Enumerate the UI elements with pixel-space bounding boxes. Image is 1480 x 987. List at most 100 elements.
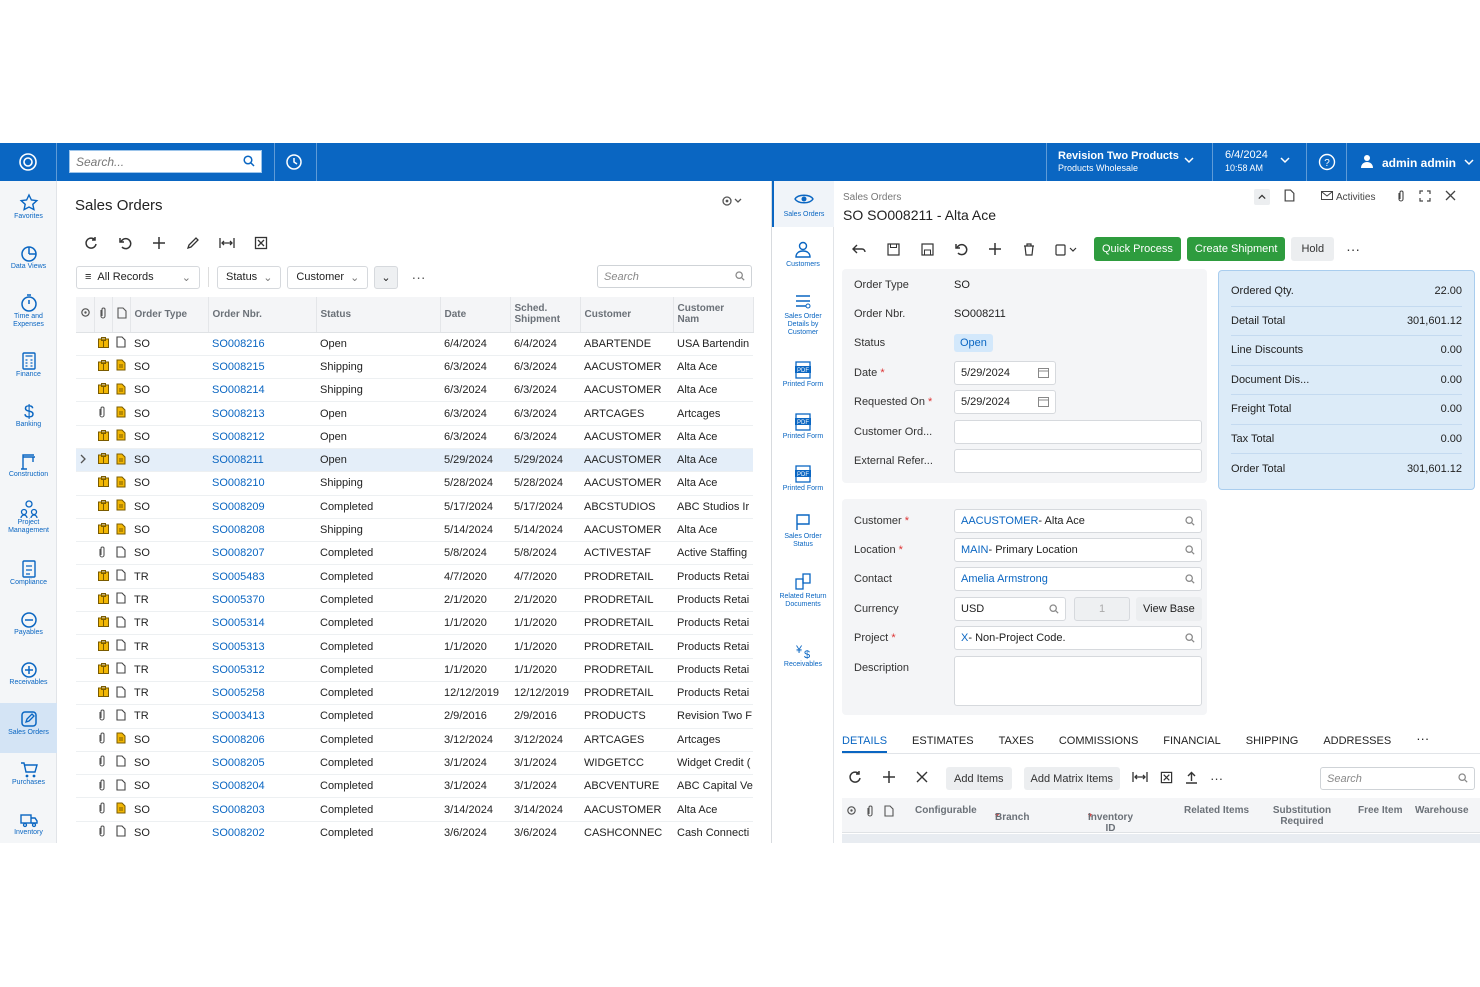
fit-columns-icon[interactable]: [1132, 770, 1148, 787]
tenant-selector[interactable]: Revision Two Products Products Wholesale: [1058, 150, 1179, 174]
export-excel-icon[interactable]: [251, 233, 271, 253]
table-row[interactable]: SO SO008213 Open 6/3/2024 6/3/2024 ARTCAGES Ar…: [76, 401, 753, 426]
project-code[interactable]: X: [961, 632, 968, 644]
row-selector[interactable]: [76, 658, 94, 682]
column-header-order-nbr[interactable]: Order Nbr.: [208, 297, 317, 333]
cell-order-nbr-link[interactable]: SO008210: [208, 471, 316, 496]
column-header-branch[interactable]: Branch: [995, 812, 1029, 823]
note-filled-icon[interactable]: [112, 448, 130, 473]
note-icon[interactable]: [112, 751, 130, 776]
fit-columns-icon[interactable]: [217, 233, 237, 253]
cell-order-nbr-link[interactable]: SO008205: [208, 751, 316, 776]
table-row[interactable]: SO SO008211 Open 5/29/2024 5/29/2024 AACUSTOM…: [76, 448, 753, 473]
column-header-date[interactable]: Date: [440, 297, 511, 333]
more-filters-button[interactable]: ⌄: [374, 265, 398, 289]
settings-gear-icon[interactable]: [721, 195, 743, 210]
search-icon[interactable]: [1185, 516, 1195, 529]
row-selector[interactable]: [76, 751, 94, 776]
export-excel-icon[interactable]: [1160, 771, 1173, 787]
attachment-icon[interactable]: [94, 774, 112, 799]
related-nav-related-return-documents[interactable]: Related Return Documents: [772, 573, 834, 609]
more-options-icon[interactable]: ···: [1346, 241, 1360, 257]
cell-order-nbr-link[interactable]: SO008212: [208, 425, 316, 449]
package-icon[interactable]: [94, 611, 112, 636]
tab-commissions[interactable]: COMMISSIONS: [1059, 735, 1138, 753]
package-icon[interactable]: [94, 425, 112, 449]
attachment-icon[interactable]: [1397, 190, 1405, 205]
collapse-up-icon[interactable]: [1254, 189, 1270, 205]
note-icon[interactable]: [112, 658, 130, 682]
row-selector[interactable]: [76, 564, 94, 589]
cell-order-nbr-link[interactable]: SO005258: [208, 681, 316, 706]
related-nav-sales-order-status[interactable]: Sales Order Status: [772, 513, 834, 549]
details-search-input[interactable]: Search: [1320, 767, 1475, 790]
table-row[interactable]: SO SO008208 Shipping 5/14/2024 5/14/2024 AACU…: [76, 518, 753, 543]
column-settings-icon[interactable]: [76, 297, 95, 333]
note-filled-icon[interactable]: [112, 495, 130, 519]
row-selector[interactable]: [76, 541, 94, 566]
table-row[interactable]: TR SO003413 Completed 2/9/2016 2/9/2016 PRODU…: [76, 704, 753, 729]
row-selector[interactable]: [76, 425, 94, 449]
related-nav-printed-form[interactable]: PDF Printed Form: [772, 413, 834, 441]
refresh-icon[interactable]: [848, 770, 862, 787]
more-options-icon[interactable]: ···: [412, 269, 426, 285]
table-row[interactable]: SO SO008216 Open 6/4/2024 6/4/2024 ABARTENDE U…: [76, 332, 753, 356]
order-nbr-value[interactable]: SO008211: [954, 308, 1006, 320]
column-header-inventory-id[interactable]: Inventory ID: [1088, 812, 1133, 834]
cell-order-nbr-link[interactable]: SO008206: [208, 728, 316, 752]
more-options-icon[interactable]: ···: [1210, 771, 1223, 786]
table-row[interactable]: SO SO008202 Completed 3/6/2024 3/6/2024 CASHC…: [76, 821, 753, 843]
row-selector[interactable]: [76, 704, 94, 729]
calendar-icon[interactable]: [1038, 367, 1049, 381]
tab-details[interactable]: DETAILS: [842, 735, 888, 753]
logo-icon[interactable]: [0, 143, 57, 181]
search-icon[interactable]: [1185, 574, 1195, 587]
package-icon[interactable]: [94, 658, 112, 682]
calendar-icon[interactable]: [1038, 396, 1049, 410]
attachment-icon[interactable]: [94, 821, 112, 843]
table-row[interactable]: SO SO008215 Shipping 6/3/2024 6/3/2024 AACUST…: [76, 355, 753, 380]
tab-addresses[interactable]: ADDRESSES: [1323, 735, 1391, 753]
row-selector[interactable]: [76, 797, 94, 822]
refresh-icon[interactable]: [81, 233, 101, 253]
history-icon[interactable]: [285, 153, 303, 174]
copy-paste-icon[interactable]: [1052, 239, 1082, 259]
table-row[interactable]: TR SO005483 Completed 4/7/2020 4/7/2020 PRODR…: [76, 564, 753, 589]
back-icon[interactable]: [848, 239, 870, 259]
package-icon[interactable]: [94, 588, 112, 613]
note-icon[interactable]: [112, 821, 130, 843]
cell-order-nbr-link[interactable]: SO008211: [208, 448, 316, 473]
order-type-value[interactable]: SO: [954, 279, 970, 291]
table-row[interactable]: TR SO005258 Completed 12/12/2019 12/12/2019 P…: [76, 681, 753, 706]
add-matrix-items-button[interactable]: Add Matrix Items: [1023, 767, 1121, 790]
cell-order-nbr-link[interactable]: SO005483: [208, 564, 316, 589]
cell-order-nbr-link[interactable]: SO008207: [208, 541, 316, 566]
table-row[interactable]: SO SO008212 Open 6/3/2024 6/3/2024 AACUSTOMER…: [76, 425, 753, 449]
filter-customer[interactable]: Customer ⌄: [287, 265, 369, 289]
cell-order-nbr-link[interactable]: SO008202: [208, 821, 316, 843]
chevron-down-icon[interactable]: [1184, 155, 1194, 168]
cell-order-nbr-link[interactable]: SO008214: [208, 378, 316, 403]
search-icon[interactable]: [1185, 545, 1195, 558]
note-icon[interactable]: [112, 611, 130, 636]
business-date-selector[interactable]: 6/4/2024 10:58 AM: [1225, 149, 1268, 175]
attachment-icon[interactable]: [94, 401, 112, 426]
note-filled-icon[interactable]: [112, 518, 130, 543]
note-filled-icon[interactable]: [112, 728, 130, 752]
add-icon[interactable]: [149, 233, 169, 253]
contact-value[interactable]: Amelia Armstrong: [961, 573, 1048, 585]
row-selector[interactable]: [76, 495, 94, 519]
list-search-input[interactable]: Search: [597, 265, 752, 288]
note-icon[interactable]: [112, 564, 130, 589]
attachment-icon[interactable]: [94, 704, 112, 729]
table-row[interactable]: SO SO008206 Completed 3/12/2024 3/12/2024 ART…: [76, 728, 753, 752]
external-ref-input[interactable]: [954, 449, 1202, 473]
note-icon[interactable]: [112, 681, 130, 706]
delete-row-icon[interactable]: [916, 771, 928, 786]
cell-order-nbr-link[interactable]: SO008213: [208, 401, 316, 426]
row-selector[interactable]: [76, 355, 94, 380]
related-nav-receivables[interactable]: ¥ $ Receivables: [772, 641, 834, 669]
contact-selector[interactable]: Amelia Armstrong: [954, 567, 1202, 591]
column-header-customer[interactable]: Customer: [580, 297, 674, 333]
table-row[interactable]: TR SO005314 Completed 1/1/2020 1/1/2020 PRODR…: [76, 611, 753, 636]
